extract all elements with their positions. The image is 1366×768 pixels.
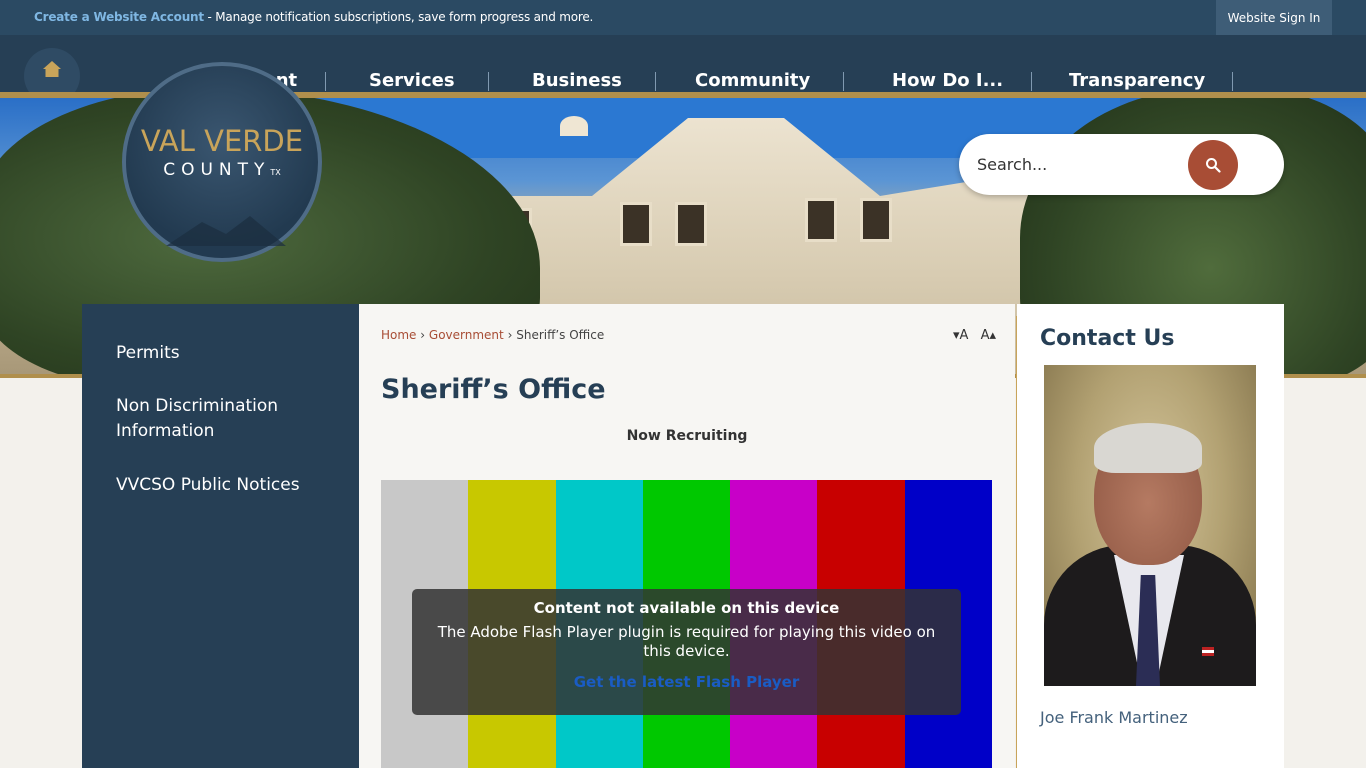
nav-separator	[488, 72, 489, 91]
nav-separator	[325, 72, 326, 91]
create-account-link[interactable]: Create a Website Account	[34, 10, 204, 24]
sidebar-item-permits[interactable]: Permits	[116, 341, 346, 366]
sidebar-item-vvcso-notices[interactable]: VVCSO Public Notices	[116, 473, 346, 498]
nav-transparency[interactable]: Transparency	[1069, 70, 1205, 92]
nav-services[interactable]: Services	[369, 70, 455, 92]
increase-font-button[interactable]: A▴	[981, 328, 996, 343]
nav-community[interactable]: Community	[695, 70, 810, 92]
page-title: Sheriff’s Office	[381, 374, 606, 405]
flag-pin-icon	[1202, 647, 1214, 656]
font-size-controls: ▾A A▴	[945, 328, 996, 343]
search-button[interactable]	[1188, 140, 1238, 190]
breadcrumb: Home › Government › Sheriff’s Office	[381, 328, 605, 342]
flash-unavailable-overlay: Content not available on this device The…	[412, 589, 961, 715]
search-icon	[1206, 158, 1221, 173]
nav-separator	[655, 72, 656, 91]
breadcrumb-home[interactable]: Home	[381, 328, 416, 342]
overlay-title: Content not available on this device	[533, 599, 840, 617]
county-logo[interactable]: VAL VERDE COUNTYTX	[122, 62, 322, 262]
search-box	[959, 134, 1284, 195]
notification-text: Create a Website Account - Manage notifi…	[34, 10, 593, 24]
decrease-font-button[interactable]: ▾A	[953, 328, 968, 343]
notification-bar: Create a Website Account - Manage notifi…	[0, 0, 1366, 35]
logo-line-2: COUNTYTX	[163, 160, 281, 180]
get-flash-player-link[interactable]: Get the latest Flash Player	[412, 673, 961, 691]
website-sign-in-button[interactable]: Website Sign In	[1216, 0, 1332, 35]
logo-line-1: VAL VERDE	[140, 124, 304, 158]
sheriff-photo	[1044, 365, 1256, 686]
now-recruiting-heading: Now Recruiting	[626, 428, 748, 444]
search-input[interactable]	[977, 150, 1217, 178]
breadcrumb-government[interactable]: Government	[429, 328, 504, 342]
nav-business[interactable]: Business	[532, 70, 622, 92]
nav-separator	[1031, 72, 1032, 91]
main-content: Home › Government › Sheriff’s Office ▾A …	[359, 304, 1015, 768]
sidebar-item-non-discrimination[interactable]: Non Discrimination Information	[116, 394, 346, 444]
contact-heading: Contact Us	[1040, 326, 1175, 351]
nav-separator	[1232, 72, 1233, 91]
nav-how-do-i[interactable]: How Do I...	[892, 70, 1003, 92]
notification-message: - Manage notification subscriptions, sav…	[203, 10, 594, 24]
home-icon	[43, 61, 61, 77]
breadcrumb-current: Sheriff’s Office	[516, 328, 605, 342]
mountain-icon	[166, 216, 286, 246]
nav-separator	[843, 72, 844, 91]
contact-panel: Contact Us Joe Frank Martinez	[1017, 304, 1284, 768]
overlay-message: The Adobe Flash Player plugin is require…	[437, 623, 936, 660]
contact-name[interactable]: Joe Frank Martinez	[1040, 708, 1188, 727]
sidebar-nav: Permits Non Discrimination Information V…	[82, 304, 359, 768]
